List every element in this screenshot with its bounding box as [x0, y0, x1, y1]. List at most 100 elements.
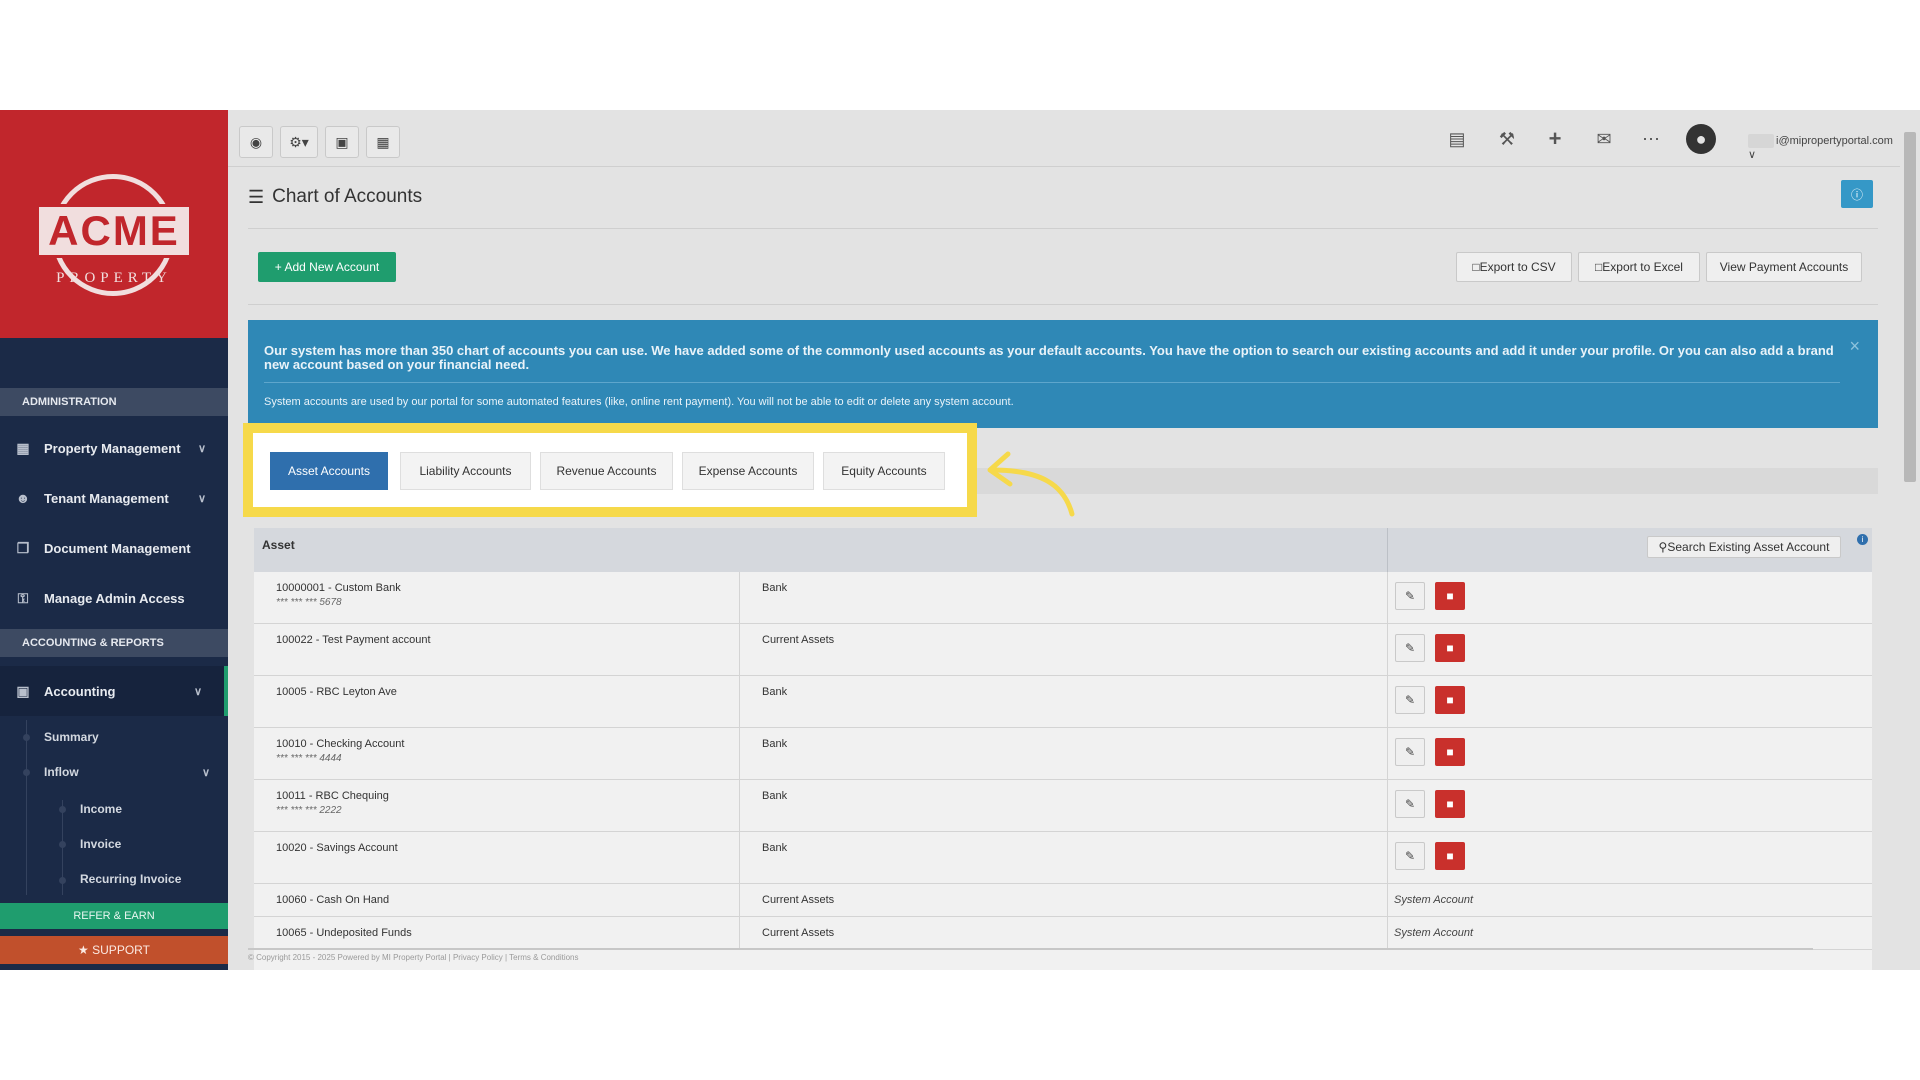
refer-earn-button[interactable]: REFER & EARN: [0, 903, 228, 929]
account-type: Bank: [762, 582, 788, 594]
mail-icon[interactable]: ✉: [1591, 126, 1617, 152]
pencil-icon: ✎: [1404, 693, 1416, 707]
plus-icon[interactable]: +: [1542, 126, 1568, 152]
column-separator: [1387, 832, 1388, 883]
system-account-label: System Account: [1394, 894, 1474, 906]
building-icon: ▦: [16, 439, 30, 456]
account-type: Bank: [762, 790, 788, 802]
wrench-icon[interactable]: ⚒: [1494, 126, 1520, 152]
sidebar-item-label: Document Management: [44, 540, 191, 556]
tab-expense-accounts[interactable]: Expense Accounts: [682, 452, 814, 490]
vertical-scrollbar[interactable]: [1900, 110, 1920, 970]
page-title-text: Chart of Accounts: [272, 186, 423, 207]
sidebar-subitem-recurring-invoice[interactable]: Recurring Invoice: [0, 862, 228, 896]
sidebar-item-manage-admin-access[interactable]: ⚿ Manage Admin Access: [0, 573, 228, 623]
trash-icon: ■: [1446, 589, 1454, 603]
edit-button[interactable]: ✎: [1395, 686, 1425, 714]
edit-button[interactable]: ✎: [1395, 790, 1425, 818]
page-title: ☰ Chart of Accounts: [248, 186, 422, 208]
column-separator: [1387, 676, 1388, 727]
column-separator: [1387, 884, 1388, 916]
account-name: 10010 - Checking Account: [276, 738, 405, 750]
close-icon[interactable]: ×: [1849, 336, 1860, 357]
button-label: Export to Excel: [1602, 260, 1683, 274]
footer-text: © Copyright 2015 - 2025 Powered by MI Pr…: [248, 953, 579, 962]
sidebar-item-document-management[interactable]: ❐ Document Management: [0, 523, 228, 573]
delete-button[interactable]: ■: [1435, 842, 1465, 870]
tab-liability-accounts[interactable]: Liability Accounts: [400, 452, 531, 490]
calculator-button[interactable]: ▦: [366, 126, 400, 158]
sidebar-subitem-inflow[interactable]: Inflow ∨: [0, 755, 228, 789]
info-button[interactable]: ⓘ: [1841, 180, 1873, 208]
account-name: 10011 - RBC Chequing: [276, 790, 389, 802]
edit-button[interactable]: ✎: [1395, 842, 1425, 870]
accounts-table: Asset ⚲ Search Existing Asset Account i …: [254, 528, 1872, 970]
subitem-label: Income: [80, 802, 123, 816]
column-separator: [739, 728, 740, 779]
column-separator: [1387, 528, 1388, 572]
delete-button[interactable]: ■: [1435, 686, 1465, 714]
edit-button[interactable]: ✎: [1395, 634, 1425, 662]
tab-revenue-accounts[interactable]: Revenue Accounts: [540, 452, 673, 490]
sidebar-subitem-income[interactable]: Income: [0, 792, 228, 826]
sidebar: ACME PROPERTY ADMINISTRATION ▦ Property …: [0, 110, 228, 970]
acme-logo[interactable]: ACME PROPERTY: [0, 110, 228, 338]
sidebar-item-tenant-management[interactable]: ☻ Tenant Management ∨: [0, 473, 228, 523]
search-existing-asset-account-button[interactable]: ⚲ Search Existing Asset Account: [1647, 536, 1841, 558]
delete-button[interactable]: ■: [1435, 790, 1465, 818]
delete-button[interactable]: ■: [1435, 634, 1465, 662]
sidebar-subitem-invoice[interactable]: Invoice: [0, 827, 228, 861]
sidebar-subitem-summary[interactable]: Summary: [0, 720, 228, 754]
support-label: SUPPORT: [92, 943, 150, 957]
calendar-icon: ▣: [335, 133, 349, 150]
info-icon[interactable]: i: [1857, 534, 1868, 545]
view-payment-accounts-button[interactable]: View Payment Accounts: [1706, 252, 1862, 282]
account-name: 10065 - Undeposited Funds: [276, 927, 412, 939]
edit-button[interactable]: ✎: [1395, 738, 1425, 766]
support-button[interactable]: ★ SUPPORT: [0, 936, 228, 964]
horizontal-scrollbar[interactable]: [248, 948, 1813, 950]
column-separator: [1387, 780, 1388, 831]
user-menu[interactable]: i@mipropertyportal.com ∨: [1748, 134, 1900, 161]
subitem-label: Inflow: [44, 765, 79, 779]
tab-equity-accounts[interactable]: Equity Accounts: [823, 452, 945, 490]
account-name: 100022 - Test Payment account: [276, 634, 431, 646]
scrollbar-thumb[interactable]: [1904, 132, 1916, 482]
copy-icon: ❐: [16, 539, 30, 556]
sidebar-item-property-management[interactable]: ▦ Property Management ∨: [0, 423, 228, 473]
table-row: 10065 - Undeposited Funds Current Assets…: [254, 917, 1872, 950]
account-number-mask: *** *** *** 2222: [276, 805, 342, 816]
more-icon[interactable]: ⋯: [1638, 126, 1664, 152]
calendar-button[interactable]: ▣: [325, 126, 359, 158]
add-new-account-button[interactable]: + Add New Account: [258, 252, 396, 282]
alert-divider: [264, 382, 1840, 383]
search-icon: ⚲: [1658, 540, 1668, 554]
account-name: 10060 - Cash On Hand: [276, 894, 390, 906]
account-name-cell: 10010 - Checking Account *** *** *** 4444: [276, 738, 404, 764]
delete-button[interactable]: ■: [1435, 738, 1465, 766]
avatar[interactable]: ●: [1686, 124, 1716, 154]
settings-dropdown[interactable]: ⚙▾: [280, 126, 318, 158]
column-separator: [739, 572, 740, 623]
table-row: 10010 - Checking Account *** *** *** 4444…: [254, 728, 1872, 780]
tab-asset-accounts[interactable]: Asset Accounts: [270, 452, 388, 490]
edit-button[interactable]: ✎: [1395, 582, 1425, 610]
reports-icon[interactable]: ▤: [1444, 126, 1470, 152]
account-type: Current Assets: [762, 894, 835, 906]
table-row: 10005 - RBC Leyton Ave Bank ✎ ■: [254, 676, 1872, 728]
dashboard-icon: ◉: [249, 133, 263, 150]
sidebar-item-accounting[interactable]: ▣ Accounting ∨: [0, 666, 228, 716]
account-name-cell: 10060 - Cash On Hand: [276, 894, 389, 906]
trash-icon: ■: [1446, 641, 1454, 655]
alert-note: System accounts are used by our portal f…: [264, 396, 1014, 408]
column-separator: [739, 624, 740, 675]
column-separator: [739, 832, 740, 883]
export-excel-button[interactable]: □ Export to Excel: [1578, 252, 1700, 282]
file-icon: □: [1472, 260, 1480, 274]
delete-button[interactable]: ■: [1435, 582, 1465, 610]
dashboard-button[interactable]: ◉: [239, 126, 273, 158]
export-csv-button[interactable]: □ Export to CSV: [1456, 252, 1572, 282]
account-name-cell: 10005 - RBC Leyton Ave: [276, 686, 397, 698]
account-name: 10020 - Savings Account: [276, 842, 398, 854]
account-number-mask: *** *** *** 5678: [276, 597, 342, 608]
